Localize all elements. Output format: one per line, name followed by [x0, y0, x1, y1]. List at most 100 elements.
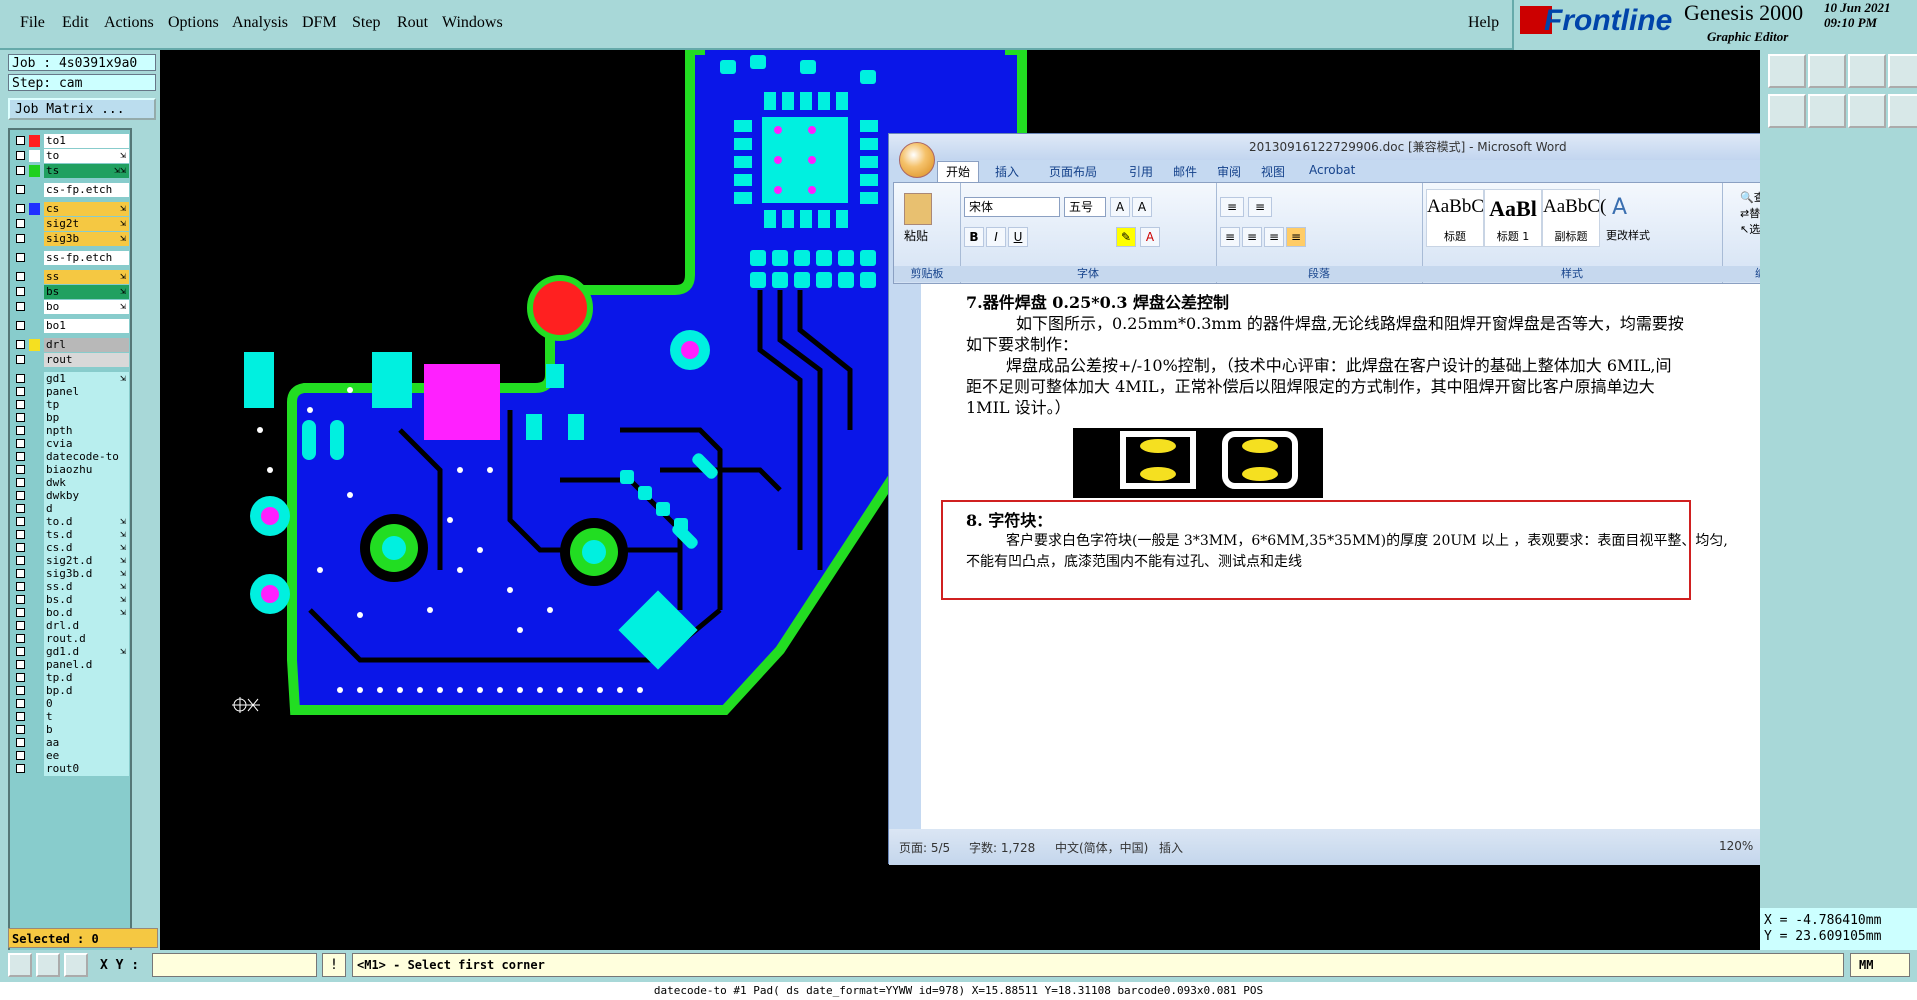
layer-checkbox[interactable]: [16, 543, 25, 552]
layer-checkbox[interactable]: [16, 465, 25, 474]
layer-color-swatch[interactable]: [29, 399, 40, 411]
menu-analysis[interactable]: Analysis: [232, 14, 288, 32]
layer-color-swatch[interactable]: [29, 646, 40, 658]
layer-color-swatch[interactable]: [29, 516, 40, 528]
layer-name[interactable]: rout0: [44, 762, 129, 776]
layer-checkbox[interactable]: [16, 272, 25, 281]
layer-color-swatch[interactable]: [29, 286, 40, 298]
layer-row[interactable]: bo.d ⇲: [14, 606, 130, 620]
layer-color-swatch[interactable]: [29, 373, 40, 385]
style-title[interactable]: AaBbC(标题: [1426, 189, 1490, 247]
layer-row[interactable]: ts ⇲⇲: [14, 164, 130, 178]
layer-name[interactable]: t: [44, 710, 129, 724]
layer-row[interactable]: bs ⇲: [14, 285, 130, 299]
layer-color-swatch[interactable]: [29, 320, 40, 332]
layer-color-swatch[interactable]: [29, 685, 40, 697]
layer-checkbox[interactable]: [16, 439, 25, 448]
layer-row[interactable]: sig3b ⇲: [14, 232, 130, 246]
layer-row[interactable]: rout: [14, 353, 130, 367]
bold-icon[interactable]: B: [964, 227, 984, 247]
layer-color-swatch[interactable]: [29, 659, 40, 671]
layer-checkbox[interactable]: [16, 151, 25, 160]
tab-references[interactable]: 引用: [1129, 163, 1153, 180]
layer-row[interactable]: ss.d ⇲: [14, 580, 130, 594]
layer-name[interactable]: aa: [44, 736, 129, 750]
layer-name[interactable]: gd1 ⇲: [44, 372, 129, 386]
job-matrix-button[interactable]: Job Matrix ...: [8, 98, 156, 120]
layer-row[interactable]: drl.d: [14, 619, 130, 633]
align-center-icon[interactable]: ≡: [1242, 227, 1262, 247]
tab-review[interactable]: 审阅: [1217, 163, 1241, 180]
layer-row[interactable]: ts.d ⇲: [14, 528, 130, 542]
layer-checkbox[interactable]: [16, 673, 25, 682]
layer-row[interactable]: sig2t.d ⇲: [14, 554, 130, 568]
select-tool-icon[interactable]: [8, 953, 32, 977]
layer-checkbox[interactable]: [16, 699, 25, 708]
layer-row[interactable]: ee: [14, 749, 130, 763]
layer-color-swatch[interactable]: [29, 150, 40, 162]
snap-grid-icon[interactable]: [64, 953, 88, 977]
tab-home[interactable]: 开始: [937, 161, 980, 183]
layer-row[interactable]: dwkby: [14, 489, 130, 503]
layer-row[interactable]: bp: [14, 411, 130, 425]
menu-file[interactable]: File: [20, 14, 45, 32]
grid-tool-icon[interactable]: [1888, 54, 1917, 88]
layer-color-swatch[interactable]: [29, 672, 40, 684]
layer-color-swatch[interactable]: [29, 724, 40, 736]
menu-dfm[interactable]: DFM: [302, 14, 337, 32]
bullets-icon[interactable]: ≡: [1220, 197, 1244, 217]
layer-checkbox[interactable]: [16, 478, 25, 487]
layer-name[interactable]: ss ⇲: [44, 270, 129, 284]
layer-row[interactable]: tp.d: [14, 671, 130, 685]
layer-row[interactable]: t: [14, 710, 130, 724]
layer-row[interactable]: ss ⇲: [14, 270, 130, 284]
layer-row[interactable]: aa: [14, 736, 130, 750]
layer-checkbox[interactable]: [16, 413, 25, 422]
layer-name[interactable]: to1: [44, 134, 129, 148]
paste-icon[interactable]: [904, 193, 932, 225]
menu-edit[interactable]: Edit: [62, 14, 89, 32]
align-left-icon[interactable]: ≡: [1220, 227, 1240, 247]
layer-name[interactable]: 0: [44, 697, 129, 711]
layer-checkbox[interactable]: [16, 608, 25, 617]
layer-row[interactable]: drl: [14, 338, 130, 352]
layer-checkbox[interactable]: [16, 302, 25, 311]
layer-checkbox[interactable]: [16, 751, 25, 760]
insert-mode[interactable]: 插入: [1159, 839, 1183, 856]
layer-name[interactable]: ss.d ⇲: [44, 580, 129, 594]
layer-name[interactable]: sig2t ⇲: [44, 217, 129, 231]
tab-view[interactable]: 视图: [1261, 163, 1285, 180]
layer-row[interactable]: bo1: [14, 319, 130, 333]
justify-icon[interactable]: ≡: [1286, 227, 1306, 247]
layer-name[interactable]: npth: [44, 424, 129, 438]
language[interactable]: 中文(简体，中国): [1055, 839, 1148, 856]
layer-color-swatch[interactable]: [29, 233, 40, 245]
layer-row[interactable]: sig2t ⇲: [14, 217, 130, 231]
layer-checkbox[interactable]: [16, 660, 25, 669]
layer-row[interactable]: rout.d: [14, 632, 130, 646]
home-view-icon[interactable]: [1848, 54, 1886, 88]
layer-row[interactable]: b: [14, 723, 130, 737]
units-button[interactable]: MM: [1850, 953, 1910, 977]
tab-acrobat[interactable]: Acrobat: [1309, 163, 1355, 177]
layer-name[interactable]: to.d ⇲: [44, 515, 129, 529]
layer-row[interactable]: bp.d: [14, 684, 130, 698]
layer-name[interactable]: ts ⇲⇲: [44, 164, 129, 178]
layer-name[interactable]: cs ⇲: [44, 202, 129, 216]
layer-checkbox[interactable]: [16, 764, 25, 773]
layer-name[interactable]: bo.d ⇲: [44, 606, 129, 620]
layer-color-swatch[interactable]: [29, 594, 40, 606]
fit-view-icon[interactable]: [1848, 94, 1886, 128]
layer-checkbox[interactable]: [16, 517, 25, 526]
layer-name[interactable]: sig3b ⇲: [44, 232, 129, 246]
pan-right-icon[interactable]: [1808, 94, 1846, 128]
layer-name[interactable]: drl.d: [44, 619, 129, 633]
layer-row[interactable]: npth: [14, 424, 130, 438]
layer-name[interactable]: cs.d ⇲: [44, 541, 129, 555]
layer-name[interactable]: sig3b.d ⇲: [44, 567, 129, 581]
layer-name[interactable]: bp.d: [44, 684, 129, 698]
layer-checkbox[interactable]: [16, 355, 25, 364]
layer-color-swatch[interactable]: [29, 568, 40, 580]
document-page[interactable]: 7.器件焊盘 0.25*0.3 焊盘公差控制 如下图所示，0.25mm*0.3m…: [921, 284, 1884, 829]
snap-tool-icon[interactable]: [1888, 94, 1917, 128]
